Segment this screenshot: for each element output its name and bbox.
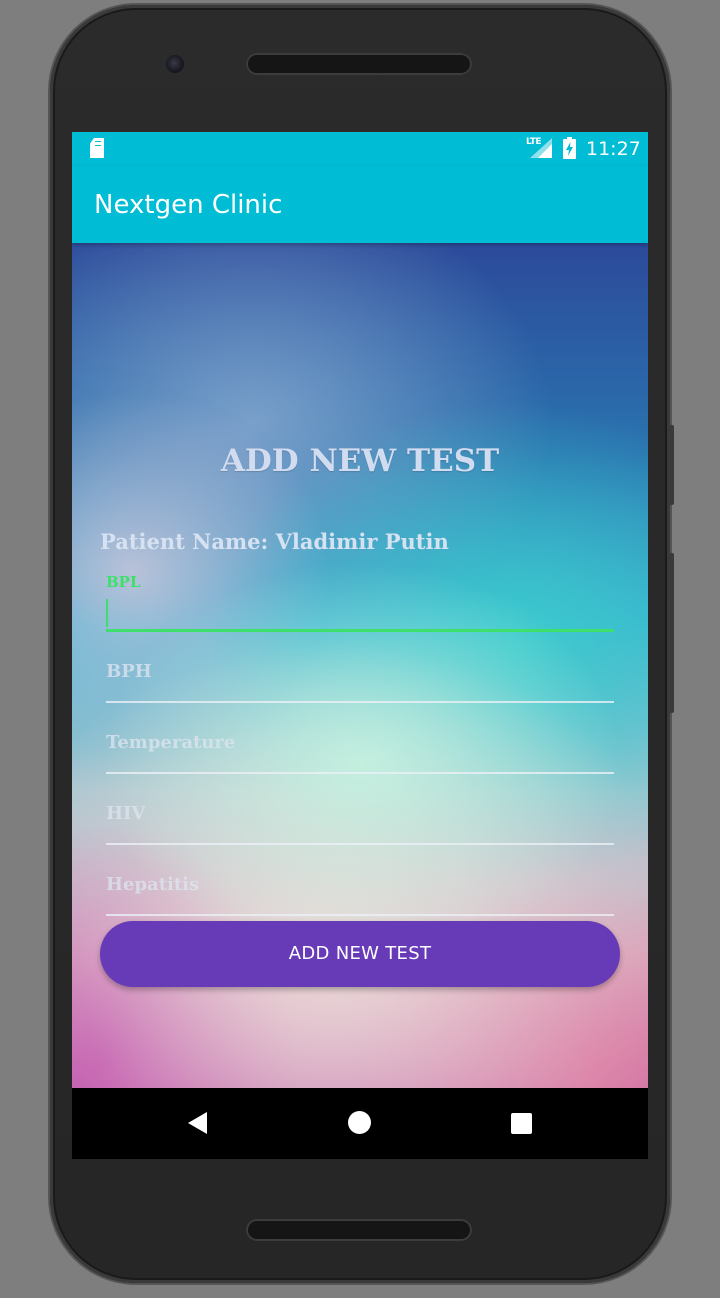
status-time: 11:27 <box>586 138 641 160</box>
bottom-speaker <box>246 1219 472 1241</box>
page-heading: ADD NEW TEST <box>220 443 500 479</box>
patient-name-label: Patient Name: Vladimir Putin <box>100 529 449 554</box>
hepatitis-placeholder: Hepatitis <box>106 874 200 895</box>
hepatitis-underline <box>106 914 614 916</box>
bph-placeholder: BPH <box>106 661 152 682</box>
status-bar: LTE 11:27 <box>72 132 648 166</box>
bpl-floating-label: BPL <box>106 573 141 591</box>
back-icon[interactable] <box>188 1112 207 1134</box>
form-content: ADD NEW TEST Patient Name: Vladimir Puti… <box>72 243 648 1088</box>
home-icon[interactable] <box>348 1111 371 1134</box>
hepatitis-field[interactable]: Hepatitis <box>106 868 614 918</box>
add-new-test-button[interactable]: ADD NEW TEST <box>100 921 620 987</box>
hiv-underline <box>106 843 614 845</box>
bph-underline <box>106 701 614 703</box>
hiv-placeholder: HIV <box>106 803 146 824</box>
signal-icon <box>530 138 552 158</box>
text-cursor <box>106 599 108 627</box>
temperature-placeholder: Temperature <box>106 732 236 753</box>
app-bar: Nextgen Clinic <box>72 166 648 243</box>
power-button <box>668 425 674 505</box>
volume-button <box>668 553 674 713</box>
bph-field[interactable]: BPH <box>106 655 614 705</box>
hiv-field[interactable]: HIV <box>106 797 614 847</box>
battery-charging-icon <box>563 137 576 159</box>
navigation-bar <box>72 1088 648 1159</box>
app-title: Nextgen Clinic <box>94 190 283 220</box>
bpl-underline <box>106 629 614 632</box>
bpl-field[interactable]: BPL <box>106 573 614 633</box>
screen: LTE 11:27 Nextgen Clinic ADD NEW TEST Pa… <box>72 132 648 1159</box>
temperature-field[interactable]: Temperature <box>106 726 614 776</box>
front-camera <box>166 55 184 73</box>
top-speaker <box>246 53 472 75</box>
temperature-underline <box>106 772 614 774</box>
recents-icon[interactable] <box>511 1113 532 1134</box>
sd-card-icon <box>90 138 104 158</box>
